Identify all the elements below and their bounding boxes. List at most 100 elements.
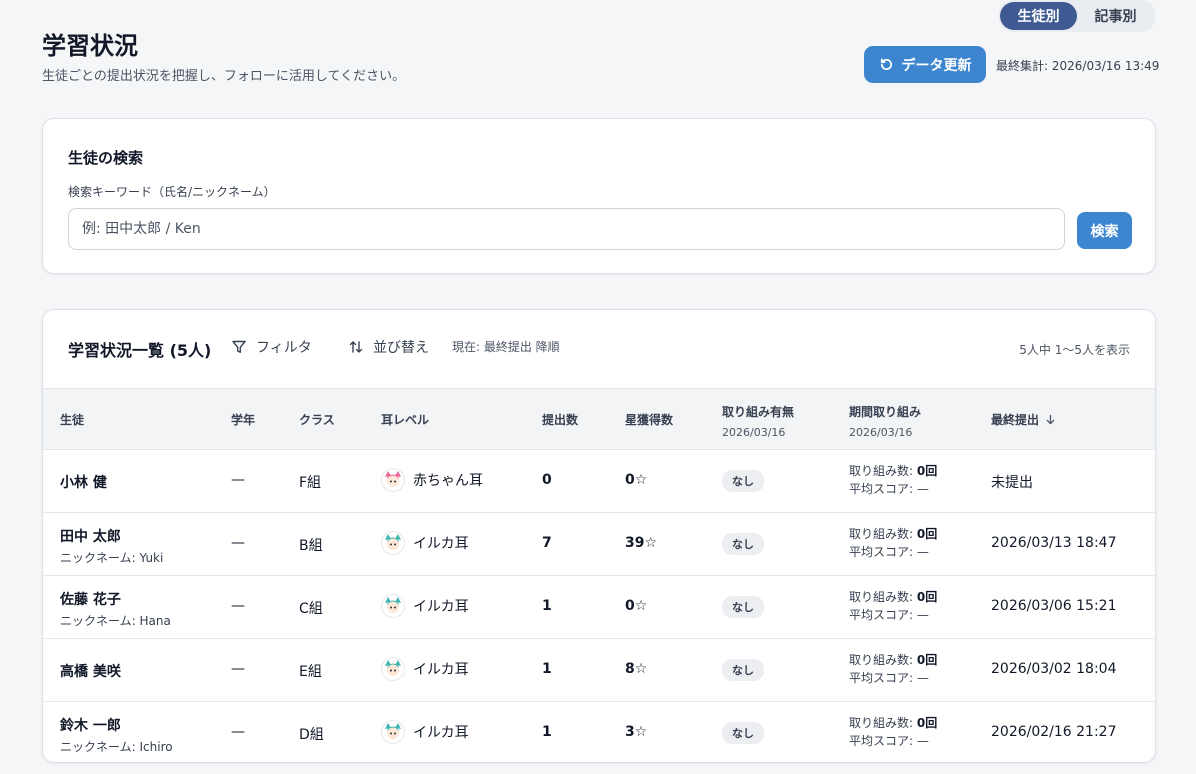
ear-level-cell: イルカ耳 <box>381 720 469 744</box>
sort-label: 並び替え <box>373 340 429 356</box>
ear-level-label: イルカ耳 <box>413 599 469 615</box>
period-activity-cell: 取り組み数: 0回 平均スコア: — <box>849 525 937 561</box>
col-period-label: 期間取り組み <box>849 405 922 419</box>
table-header: 生徒 学年 クラス 耳レベル 提出数 星獲得数 取り組み有無 2026/03/1… <box>43 388 1155 450</box>
table-row[interactable]: 田中 太郎 ニックネーム: Yuki — B組 イルカ耳 7 39☆ なし 取り組み数: 0回平… <box>43 513 1155 576</box>
period-activity-cell: 取り組み数: 0回 平均スコア: — <box>849 462 937 498</box>
stars-cell: 39☆ <box>625 535 658 551</box>
pagination-info: 5人中 1〜5人を表示 <box>1019 343 1130 357</box>
ear-level-cell: イルカ耳 <box>381 594 469 618</box>
class-cell: E組 <box>299 664 322 680</box>
submissions-cell: 1 <box>542 598 552 614</box>
engagement-cell: なし <box>722 659 764 681</box>
col-engagement-date: 2026/03/16 <box>722 426 786 439</box>
student-name: 高橋 美咲 <box>60 664 121 680</box>
last-submit-cell: 2026/02/16 21:27 <box>991 724 1117 740</box>
ear-level-cell: 赤ちゃん耳 <box>381 468 483 492</box>
table-row[interactable]: 小林 健 — F組 赤ちゃん耳 0 0☆ なし 取り組み数: 0回 平均スコア: — 未提出 <box>43 450 1155 513</box>
ear-avatar-icon <box>381 594 405 618</box>
student-nickname: ニックネーム: Ichiro <box>60 740 173 754</box>
student-nickname: ニックネーム: Yuki <box>60 551 164 565</box>
list-toolbar: 学習状況一覧 (5人) フィルタ 並び替え 現在: 最終提出 降順 5人中 1〜… <box>43 310 1155 388</box>
col-submissions[interactable]: 提出数 <box>542 411 578 428</box>
period-activity-cell: 取り組み数: 0回 平均スコア: — <box>849 651 937 687</box>
period-activity-cell: 取り組み数: 0回 平均スコア: — <box>849 714 937 750</box>
ear-level-label: イルカ耳 <box>413 725 469 741</box>
class-cell: B組 <box>299 538 323 554</box>
table-row[interactable]: 高橋 美咲 — E組 イルカ耳 1 8☆ なし 取り組み数: 0回 平均スコア: — 2026/0… <box>43 639 1155 702</box>
period-activity-cell: 取り組み数: 0回 平均スコア: — <box>849 588 937 624</box>
col-engagement[interactable]: 取り組み有無 2026/03/16 <box>722 403 794 439</box>
refresh-data-button[interactable]: データ更新 <box>864 46 986 83</box>
activity-count: 0回 <box>916 464 938 478</box>
ear-level-label: イルカ耳 <box>413 662 469 678</box>
status-badge: なし <box>722 596 764 618</box>
col-class[interactable]: クラス <box>299 411 335 428</box>
tab-by-article[interactable]: 記事別 <box>1077 2 1154 30</box>
ear-avatar-icon <box>381 468 405 492</box>
average-score-label: 平均スコア: <box>849 734 914 748</box>
class-cell: F組 <box>299 475 322 491</box>
student-name: 鈴木 一郎 <box>60 718 121 734</box>
sort-current: 現在: 最終提出 降順 <box>452 340 560 354</box>
search-input[interactable] <box>68 208 1065 250</box>
student-name-cell: 高橋 美咲 <box>60 661 121 681</box>
activity-count-label: 取り組み数: <box>849 653 914 667</box>
tab-by-student[interactable]: 生徒別 <box>1000 2 1077 30</box>
student-name-cell: 鈴木 一郎ニックネーム: Ichiro <box>60 715 173 755</box>
stars-cell: 3☆ <box>625 724 648 740</box>
table-row[interactable]: 鈴木 一郎 ニックネーム: Ichiro — D組 イルカ耳 1 3☆ なし 取り組み数: 0回… <box>43 702 1155 762</box>
last-submit-cell: 2026/03/06 15:21 <box>991 598 1117 614</box>
ear-avatar-icon <box>381 720 405 744</box>
table-row[interactable]: 佐藤 花子 ニックネーム: Hana — C組 イルカ耳 1 0☆ なし 取り組み数: 0回 平均… <box>43 576 1155 639</box>
last-submit-cell: 2026/03/13 18:47 <box>991 535 1117 551</box>
average-score-label: 平均スコア: <box>849 545 914 559</box>
col-last-submit-label: 最終提出 <box>991 413 1040 427</box>
search-button[interactable]: 検索 <box>1077 212 1132 249</box>
col-grade[interactable]: 学年 <box>231 411 255 428</box>
activity-count-label: 取り組み数: <box>849 527 914 541</box>
student-nickname: ニックネーム: Hana <box>60 614 171 628</box>
filter-button[interactable]: フィルタ <box>231 337 312 357</box>
activity-count-label: 取り組み数: <box>849 464 914 478</box>
ear-avatar-icon <box>381 531 405 555</box>
view-toggle: 生徒別 記事別 <box>998 0 1156 32</box>
search-title: 生徒の検索 <box>68 149 144 167</box>
refresh-label: データ更新 <box>901 57 972 74</box>
col-student[interactable]: 生徒 <box>60 411 84 428</box>
filter-icon <box>232 340 246 353</box>
student-name: 小林 健 <box>60 475 107 491</box>
class-cell: C組 <box>299 601 323 617</box>
grade-cell: — <box>231 472 245 488</box>
ear-level-label: 赤ちゃん耳 <box>413 473 483 489</box>
filter-label: フィルタ <box>256 340 312 356</box>
sort-button[interactable]: 並び替え <box>348 337 429 357</box>
student-name-cell: 田中 太郎 ニックネーム: Yuki <box>60 526 163 566</box>
average-score-label: 平均スコア: <box>849 608 914 622</box>
status-badge: なし <box>722 722 764 744</box>
arrow-down-icon <box>1046 414 1055 425</box>
activity-count: 0回 <box>916 716 938 730</box>
page-subtitle: 生徒ごとの提出状況を把握し、フォローに活用してください。 <box>42 69 406 84</box>
engagement-cell: なし <box>722 470 764 492</box>
col-engagement-label: 取り組み有無 <box>722 405 795 419</box>
average-score-label: 平均スコア: <box>849 482 914 496</box>
last-aggregated: 最終集計: 2026/03/16 13:49 <box>996 59 1160 73</box>
stars-cell: 0☆ <box>625 472 648 488</box>
activity-count: 0回 <box>916 653 938 667</box>
submissions-cell: 7 <box>542 535 552 551</box>
sort-icon <box>349 341 363 353</box>
status-badge: なし <box>722 659 764 681</box>
ear-level-cell: イルカ耳 <box>381 531 469 555</box>
activity-count: 0回 <box>916 527 938 541</box>
col-period-date: 2026/03/16 <box>849 426 913 439</box>
col-last-submit[interactable]: 最終提出 <box>991 411 1056 428</box>
activity-count: 0回 <box>916 590 938 604</box>
col-ear-level[interactable]: 耳レベル <box>381 411 429 428</box>
ear-avatar-icon <box>381 657 405 681</box>
student-list-card: 学習状況一覧 (5人) フィルタ 並び替え 現在: 最終提出 降順 5人中 1〜… <box>42 309 1156 763</box>
col-stars[interactable]: 星獲得数 <box>625 411 673 428</box>
col-period[interactable]: 期間取り組み 2026/03/16 <box>849 403 921 439</box>
engagement-cell: なし <box>722 722 764 744</box>
class-cell: D組 <box>299 727 324 743</box>
